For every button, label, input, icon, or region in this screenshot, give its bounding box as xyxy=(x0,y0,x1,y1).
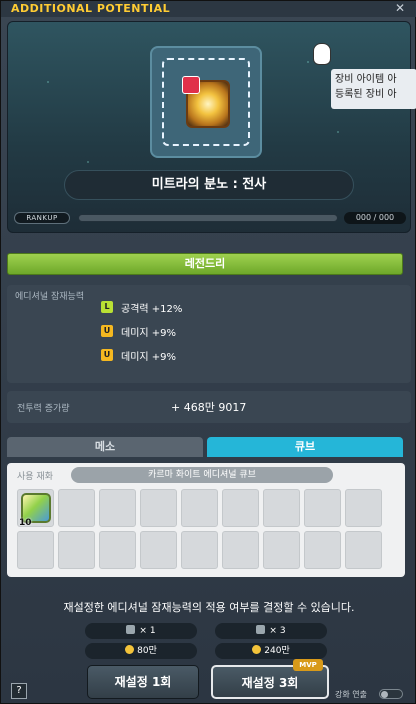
empty-slot[interactable] xyxy=(140,489,177,527)
cost-cubes-value: × 3 xyxy=(269,626,286,636)
power-value: + 468만 9017 xyxy=(171,401,247,414)
empty-slot[interactable] xyxy=(263,489,300,527)
tooltip-line: 등록된 장비 아 xyxy=(335,89,397,100)
close-icon[interactable]: ✕ xyxy=(395,1,405,16)
item-name: 미트라의 분노 : 전사 xyxy=(64,170,354,200)
empty-slot[interactable] xyxy=(304,531,341,569)
enhance-effect-toggle[interactable] xyxy=(379,689,403,699)
empty-slot[interactable] xyxy=(222,489,259,527)
cube-slot-grid: 10 xyxy=(17,489,385,569)
option-text: 공격력 +12% xyxy=(121,303,183,315)
rankup-progress-bar xyxy=(78,214,338,222)
option-line: L 공격력 +12% xyxy=(101,299,182,315)
selected-cube-name: 카르마 화이트 에디셔널 큐브 xyxy=(71,467,333,483)
meso-coin-icon xyxy=(252,645,262,654)
unique-grade-icon: U xyxy=(101,349,113,361)
option-text: 데미지 +9% xyxy=(121,327,177,339)
reset-hint-text: 재설정한 에디셔널 잠재능력의 적용 여부를 결정할 수 있습니다. xyxy=(63,601,355,614)
empty-slot[interactable] xyxy=(222,531,259,569)
enhance-effect-label: 강화 연출 xyxy=(335,690,367,699)
cost-cubes-3: × 3 xyxy=(215,623,327,639)
legendary-grade-icon: L xyxy=(101,301,113,313)
rankup-label: RANKUP xyxy=(14,212,70,224)
emblem-icon xyxy=(182,76,230,128)
option-line: U 데미지 +9% xyxy=(101,323,176,339)
empty-slot[interactable] xyxy=(58,489,95,527)
combat-power-panel: 전투력 증가량 + 468만 9017 xyxy=(7,391,411,423)
rankup-count: 000 / 000 xyxy=(344,212,406,224)
options-title: 에디셔널 잠재능력 xyxy=(15,292,85,302)
item-preview-panel: 미트라의 분노 : 전사 RANKUP 000 / 000 xyxy=(7,21,411,233)
empty-slot[interactable] xyxy=(263,531,300,569)
materials-panel: 사용 재화 카르마 화이트 에디셔널 큐브 10 xyxy=(7,463,405,577)
cost-meso-3: 240만 xyxy=(215,643,327,659)
empty-slot[interactable] xyxy=(181,489,218,527)
empty-slot[interactable] xyxy=(140,531,177,569)
empty-slot[interactable] xyxy=(17,531,54,569)
cube-icon xyxy=(256,625,266,634)
titlebar: ADDITIONAL POTENTIAL ✕ xyxy=(1,1,416,17)
cost-meso-1: 80만 xyxy=(85,643,197,659)
cost-cubes-value: × 1 xyxy=(139,626,156,636)
item-slot[interactable] xyxy=(162,58,250,146)
cube-icon xyxy=(126,625,136,634)
window-title: ADDITIONAL POTENTIAL xyxy=(11,2,171,15)
empty-slot[interactable] xyxy=(181,531,218,569)
tab-cube[interactable]: 큐브 xyxy=(207,437,403,457)
meso-coin-icon xyxy=(125,645,135,654)
cube-slot[interactable]: 10 xyxy=(17,489,54,528)
empty-slot[interactable] xyxy=(99,489,136,527)
empty-slot[interactable] xyxy=(345,531,382,569)
help-button[interactable]: ? xyxy=(11,683,27,699)
potential-grade-bar: 레전드리 xyxy=(7,253,403,275)
tooltip: 장비 아이템 아 등록된 장비 아 xyxy=(331,69,416,109)
mvp-badge: MVP xyxy=(293,659,323,671)
cube-count: 10 xyxy=(19,518,32,528)
empty-slot[interactable] xyxy=(58,531,95,569)
unique-grade-icon: U xyxy=(101,325,113,337)
reset-once-button[interactable]: 재설정 1회 xyxy=(87,665,199,699)
option-line: U 데미지 +9% xyxy=(101,347,176,363)
empty-slot[interactable] xyxy=(99,531,136,569)
additional-potential-window: ADDITIONAL POTENTIAL ✕ 미트라의 분노 : 전사 RANK… xyxy=(0,0,416,704)
cost-meso-value: 240만 xyxy=(264,646,290,656)
cost-cubes-1: × 1 xyxy=(85,623,197,639)
item-frame[interactable] xyxy=(150,46,262,158)
empty-slot[interactable] xyxy=(345,489,382,527)
empty-slot[interactable] xyxy=(304,489,341,527)
cost-meso-value: 80만 xyxy=(137,646,157,656)
materials-title: 사용 재화 xyxy=(17,472,53,482)
power-label: 전투력 증가량 xyxy=(17,404,70,414)
tab-meso[interactable]: 메소 xyxy=(7,437,203,457)
rankup-row: RANKUP 000 / 000 xyxy=(14,212,406,226)
tooltip-line: 장비 아이템 아 xyxy=(335,74,397,85)
option-text: 데미지 +9% xyxy=(121,351,177,363)
hand-cursor-icon xyxy=(313,43,331,65)
options-panel: 에디셔널 잠재능력 L 공격력 +12% U 데미지 +9% U 데미지 +9% xyxy=(7,285,411,383)
